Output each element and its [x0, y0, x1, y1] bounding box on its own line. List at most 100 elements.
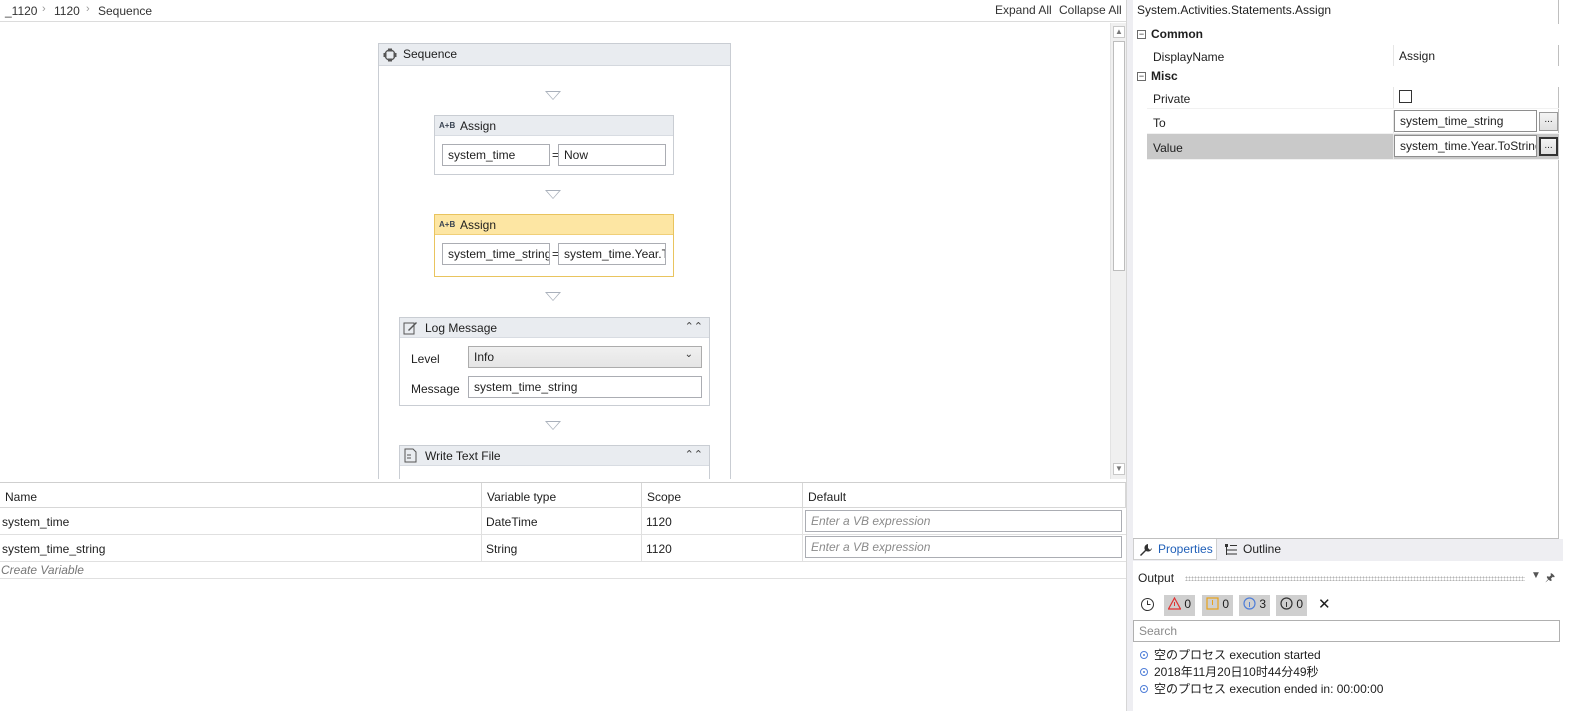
pin-icon[interactable]: 🖈: [1545, 569, 1555, 588]
drag-grip[interactable]: [1185, 576, 1525, 581]
sequence-header[interactable]: Sequence: [379, 44, 730, 66]
variable-name[interactable]: system_time: [0, 515, 69, 529]
category-misc[interactable]: − Misc: [1133, 66, 1559, 87]
breadcrumb-item-workflow[interactable]: 1120: [54, 4, 80, 18]
property-row-displayname[interactable]: DisplayName Assign: [1147, 45, 1559, 67]
breadcrumb-item-root[interactable]: _1120: [5, 4, 37, 18]
displayname-value[interactable]: Assign: [1399, 49, 1435, 63]
assign-header[interactable]: A+B Assign: [435, 116, 673, 136]
write-text-file-header[interactable]: Write Text File ⌃⌃: [400, 446, 709, 466]
sequence-title: Sequence: [403, 47, 458, 61]
drop-target-arrow-icon[interactable]: [545, 190, 561, 199]
assign-value-field[interactable]: system_time.Year.ToString: [558, 243, 666, 265]
scroll-thumb[interactable]: [1113, 41, 1125, 271]
info-icon: [1243, 597, 1256, 610]
variables-panel: Name Variable type Scope Default system_…: [0, 482, 1126, 711]
output-log-line[interactable]: 空のプロセス execution ended in: 00:00:00: [1140, 680, 1383, 697]
trace-count: 0: [1296, 597, 1304, 611]
output-search-input[interactable]: Search: [1133, 620, 1560, 642]
column-header-name[interactable]: Name: [0, 483, 482, 508]
level-label: Level: [411, 352, 440, 366]
to-input[interactable]: system_time_string: [1394, 110, 1537, 132]
row-divider: [0, 561, 1126, 562]
variable-default-input[interactable]: Enter a VB expression: [805, 536, 1122, 558]
info-filter[interactable]: 3: [1239, 595, 1271, 616]
collapse-minus-icon[interactable]: −: [1137, 30, 1146, 39]
collapse-all-button[interactable]: Collapse All: [1059, 3, 1122, 17]
warnings-filter[interactable]: 0: [1202, 595, 1234, 616]
clock-icon: [1141, 598, 1154, 611]
scroll-down-icon[interactable]: ▼: [1113, 463, 1125, 475]
write-text-file-title: Write Text File: [425, 449, 501, 463]
tab-label: Outline: [1243, 542, 1282, 556]
collapse-icon[interactable]: ⌃⌃: [685, 448, 703, 461]
drop-target-arrow-icon[interactable]: [545, 421, 561, 430]
variable-name[interactable]: system_time_string: [0, 542, 105, 556]
write-text-file-activity[interactable]: Write Text File ⌃⌃: [399, 445, 710, 479]
tab-properties[interactable]: Properties: [1133, 539, 1217, 560]
property-name: To: [1153, 116, 1166, 130]
value-ellipsis-button[interactable]: ...: [1539, 137, 1558, 156]
property-row-to[interactable]: To system_time_string ...: [1147, 110, 1559, 134]
designer-scrollbar[interactable]: ▲ ▼: [1110, 23, 1126, 479]
drop-target-arrow-icon[interactable]: [545, 91, 561, 100]
variable-scope[interactable]: 1120: [644, 542, 672, 556]
message-label: Message: [411, 382, 460, 396]
property-row-private[interactable]: Private: [1147, 87, 1559, 109]
clear-output-button[interactable]: ✕: [1314, 593, 1335, 614]
output-header: Output ▼ 🖈: [1133, 566, 1563, 588]
error-icon: [1167, 596, 1182, 610]
private-checkbox[interactable]: [1399, 90, 1412, 103]
variable-type[interactable]: DateTime: [484, 515, 538, 529]
assign-to-field[interactable]: system_time: [442, 144, 550, 166]
errors-filter[interactable]: 0: [1164, 595, 1196, 616]
scroll-up-icon[interactable]: ▲: [1113, 26, 1125, 38]
property-row-value[interactable]: Value system_time.Year.ToString ...: [1147, 134, 1559, 160]
column-header-variable-type[interactable]: Variable type: [482, 483, 642, 508]
output-log-line[interactable]: 2018年11月20日10时44分49秒: [1140, 663, 1319, 680]
warning-icon: [1206, 597, 1219, 610]
category-common[interactable]: − Common: [1133, 24, 1559, 45]
property-name: DisplayName: [1153, 50, 1225, 64]
message-field[interactable]: system_time_string: [468, 376, 702, 398]
variable-scope[interactable]: 1120: [644, 515, 672, 529]
assign-title: Assign: [460, 119, 497, 133]
panel-splitter[interactable]: [1126, 0, 1133, 711]
designer-canvas[interactable]: Sequence A+B Assign system_time = Now A+…: [0, 23, 1110, 479]
assign-activity-1[interactable]: A+B Assign system_time = Now: [434, 115, 674, 175]
level-dropdown[interactable]: Info ⌄: [468, 346, 702, 368]
assign-title: Assign: [460, 218, 497, 232]
timestamp-toggle[interactable]: [1136, 595, 1159, 616]
breadcrumb-item-sequence[interactable]: Sequence: [98, 4, 152, 18]
tab-outline[interactable]: Outline: [1219, 539, 1293, 560]
tab-label: Properties: [1158, 542, 1213, 556]
outline-tree-icon: [1225, 544, 1237, 555]
log-message-header[interactable]: Log Message ⌃⌃: [400, 318, 709, 338]
to-ellipsis-button[interactable]: ...: [1539, 112, 1558, 131]
column-header-default[interactable]: Default: [803, 483, 1126, 508]
category-label: Misc: [1151, 69, 1178, 83]
log-message-activity[interactable]: Log Message ⌃⌃ Level Info ⌄ Message syst…: [399, 317, 710, 406]
collapse-minus-icon[interactable]: −: [1137, 72, 1146, 81]
trace-filter[interactable]: 0: [1276, 595, 1308, 616]
value-input[interactable]: system_time.Year.ToString: [1394, 135, 1537, 157]
expand-all-button[interactable]: Expand All: [995, 3, 1052, 17]
assign-header[interactable]: A+B Assign: [435, 215, 673, 235]
assign-icon: A+B: [439, 121, 456, 130]
create-variable-button[interactable]: Create Variable: [1, 563, 84, 577]
assign-value-field[interactable]: Now: [558, 144, 666, 166]
trace-icon: [1280, 597, 1293, 610]
variable-type[interactable]: String: [484, 542, 517, 556]
drop-target-arrow-icon[interactable]: [545, 292, 561, 301]
collapse-icon[interactable]: ⌃⌃: [685, 320, 703, 333]
designer-toolbar: _1120 › 1120 › Sequence Expand All Colla…: [0, 0, 1128, 22]
dropdown-arrow-icon[interactable]: ▼: [1531, 570, 1541, 581]
output-log-line[interactable]: 空のプロセス execution started: [1140, 646, 1321, 663]
properties-tabs: Properties Outline: [1133, 539, 1563, 561]
text-file-icon: [404, 448, 417, 463]
assign-activity-2[interactable]: A+B Assign system_time_string = system_t…: [434, 214, 674, 277]
variable-default-input[interactable]: Enter a VB expression: [805, 510, 1122, 532]
column-header-scope[interactable]: Scope: [642, 483, 803, 508]
row-divider: [0, 578, 1126, 579]
assign-to-field[interactable]: system_time_string: [442, 243, 550, 265]
